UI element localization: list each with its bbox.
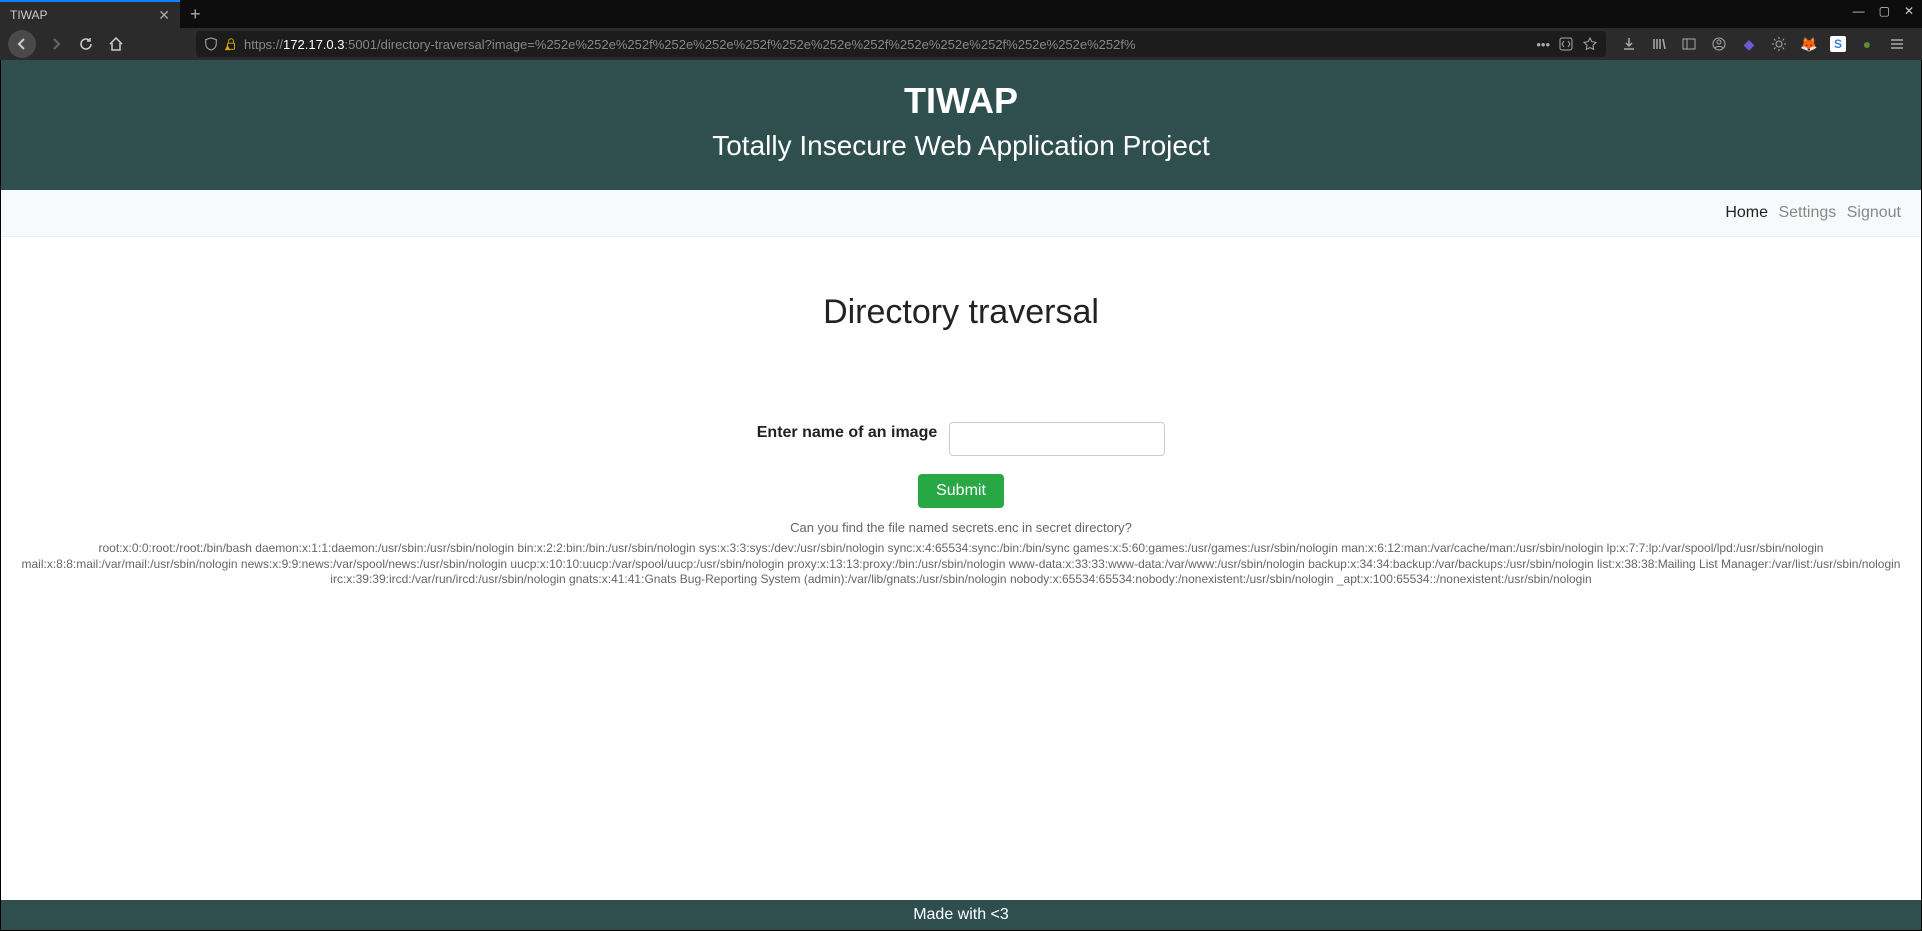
- url-text: https://172.17.0.3:5001/directory-traver…: [244, 37, 1530, 52]
- bookmark-star-icon[interactable]: [1582, 36, 1598, 52]
- tab-title: TIWAP: [10, 8, 48, 22]
- nav-signout[interactable]: Signout: [1847, 204, 1901, 221]
- browser-tab[interactable]: TIWAP ✕: [0, 0, 180, 28]
- nav-bar: https://172.17.0.3:5001/directory-traver…: [0, 28, 1922, 60]
- toolbar-right: ◆ 🦊 S ●: [1620, 35, 1914, 53]
- form-row: Enter name of an image: [1, 422, 1921, 456]
- hint-text: Can you find the file named secrets.enc …: [1, 520, 1921, 535]
- home-button[interactable]: [106, 34, 126, 54]
- account-icon[interactable]: [1710, 35, 1728, 53]
- new-tab-button[interactable]: +: [190, 4, 201, 25]
- downloads-icon[interactable]: [1620, 35, 1638, 53]
- nav-settings[interactable]: Settings: [1778, 204, 1836, 221]
- more-icon[interactable]: •••: [1536, 37, 1550, 52]
- site-subtitle: Totally Insecure Web Application Project: [1, 130, 1921, 162]
- main-area: Directory traversal Enter name of an ima…: [1, 237, 1921, 900]
- close-window-icon[interactable]: ✕: [1904, 4, 1914, 18]
- footer-text: Made with <3: [913, 906, 1009, 923]
- reader-icon[interactable]: [1558, 36, 1574, 52]
- close-tab-icon[interactable]: ✕: [158, 7, 170, 24]
- lock-warning-icon[interactable]: [224, 37, 238, 51]
- submit-button[interactable]: Submit: [918, 474, 1004, 508]
- url-bar[interactable]: https://172.17.0.3:5001/directory-traver…: [196, 31, 1606, 57]
- extension-circle-icon[interactable]: ●: [1858, 35, 1876, 53]
- tab-bar: TIWAP ✕ +: [0, 0, 1922, 28]
- back-button[interactable]: [8, 30, 36, 58]
- sidebar-icon[interactable]: [1680, 35, 1698, 53]
- page-content: TIWAP Totally Insecure Web Application P…: [0, 60, 1922, 931]
- page-heading: Directory traversal: [1, 293, 1921, 332]
- reload-button[interactable]: [76, 34, 96, 54]
- output-text: root:x:0:0:root:/root:/bin/bash daemon:x…: [1, 541, 1921, 588]
- nav-links: Home Settings Signout: [1, 190, 1921, 237]
- maximize-icon[interactable]: ▢: [1879, 4, 1890, 18]
- library-icon[interactable]: [1650, 35, 1668, 53]
- extension-gear-icon[interactable]: [1770, 35, 1788, 53]
- extension-s-icon[interactable]: S: [1830, 36, 1846, 52]
- shield-icon[interactable]: [204, 37, 218, 51]
- image-name-input[interactable]: [949, 422, 1165, 456]
- minimize-icon[interactable]: —: [1853, 4, 1865, 18]
- nav-home[interactable]: Home: [1725, 204, 1768, 221]
- image-name-label: Enter name of an image: [757, 422, 938, 442]
- window-controls: — ▢ ✕: [1853, 4, 1914, 18]
- extension-fox-icon[interactable]: 🦊: [1800, 35, 1818, 53]
- footer: Made with <3: [1, 900, 1921, 930]
- forward-button[interactable]: [46, 34, 66, 54]
- browser-chrome: — ▢ ✕ TIWAP ✕ +: [0, 0, 1922, 60]
- header-banner: TIWAP Totally Insecure Web Application P…: [1, 60, 1921, 190]
- site-title: TIWAP: [1, 80, 1921, 122]
- extension-diamond-icon[interactable]: ◆: [1740, 35, 1758, 53]
- menu-icon[interactable]: [1888, 35, 1906, 53]
